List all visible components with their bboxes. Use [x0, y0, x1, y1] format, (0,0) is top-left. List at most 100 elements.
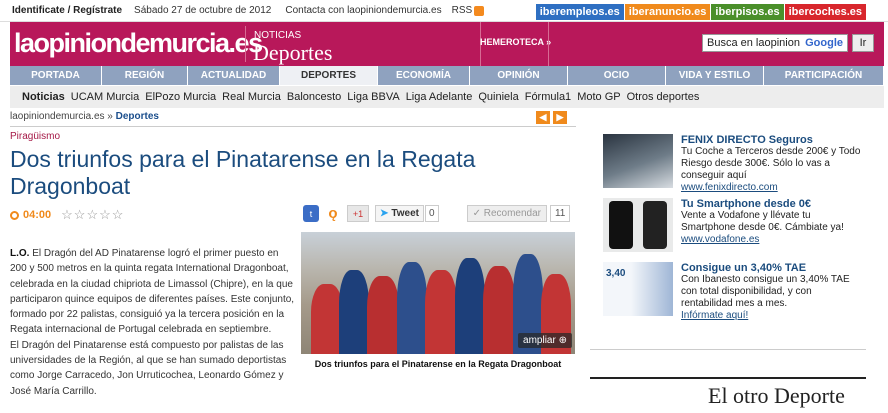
logo-part-2: murcia — [149, 28, 230, 58]
hemeroteca-link[interactable]: HEMEROTECA » — [480, 37, 551, 47]
share-meneame-icon[interactable]: ǫ — [325, 205, 341, 222]
article-lead: L.O. — [10, 248, 30, 259]
ad-title[interactable]: Tu Smartphone desde 0€ — [681, 198, 861, 210]
breadcrumb-home[interactable]: laopiniondemurcia.es — [10, 111, 105, 122]
rss-link[interactable]: RSS — [452, 5, 485, 16]
partner-site-link[interactable]: iberpisos.es — [711, 4, 784, 20]
ad-badge: 3,40 — [606, 268, 626, 279]
article-pager: ◀ ▶ — [533, 111, 567, 124]
partner-site-link[interactable]: iberempleos.es — [535, 4, 624, 20]
rss-icon — [474, 5, 485, 16]
ad-image — [603, 198, 673, 252]
photo-caption: Dos triunfos para el Pinatarense en la R… — [314, 359, 562, 369]
article-meta: 04:00 ☆☆☆☆☆ — [10, 207, 124, 223]
subnav-item[interactable]: Real Murcia — [222, 91, 281, 103]
article-paragraph: L.O. El Dragón del AD Pinatarense logró … — [10, 246, 295, 338]
subnav-item[interactable]: UCAM Murcia — [71, 91, 139, 103]
ad-image — [603, 134, 673, 188]
ad-ibanesto[interactable]: 3,40 Consigue un 3,40% TAE Con Ibanesto … — [603, 262, 861, 322]
subnav-item[interactable]: ElPozo Murcia — [145, 91, 216, 103]
next-arrow-icon[interactable]: ▶ — [553, 111, 567, 124]
photo-figure — [367, 276, 399, 354]
subnav-item[interactable]: Fórmula1 — [525, 91, 571, 103]
partner-site-link[interactable]: ibercoches.es — [784, 4, 866, 20]
search-button[interactable]: Ir — [852, 34, 874, 52]
partner-sites: iberempleos.es iberanuncio.es iberpisos.es… — [535, 4, 866, 20]
phone-image — [609, 201, 633, 249]
share-toolbar: t ǫ +1 ➤ Tweet 0 ✓ Recomendar 11 — [303, 205, 571, 222]
photo-figure — [483, 266, 515, 354]
subnav-item[interactable]: Moto GP — [577, 91, 620, 103]
previous-arrow-icon[interactable]: ◀ — [536, 111, 550, 124]
rss-label: RSS — [451, 5, 473, 16]
ad-vodafone[interactable]: Tu Smartphone desde 0€ Vente a Vodafone … — [603, 198, 861, 252]
section-heading[interactable]: El otro Deporte — [708, 383, 845, 409]
nav-tab[interactable]: DEPORTES — [280, 66, 378, 85]
main-nav: PORTADA REGIÓN ACTUALIDAD DEPORTES ECONOMÍA O… — [10, 66, 884, 85]
search-input[interactable]: Busca en laopinion Google — [702, 34, 848, 52]
article-headline: Dos triunfos para el Pinatarense en la R… — [10, 146, 476, 199]
login-register-link[interactable]: Identificate / Regístrate — [12, 5, 122, 16]
contact-link[interactable]: Contacta con laopiniondemurcia.es — [285, 5, 441, 16]
photo-figure — [397, 262, 427, 354]
breadcrumb: laopiniondemurcia.es » Deportes — [10, 111, 159, 122]
article-body: L.O. El Dragón del AD Pinatarense logró … — [10, 246, 295, 399]
twitter-icon: ➤ — [380, 208, 389, 219]
ad-title[interactable]: FENIX DIRECTO Seguros — [681, 134, 861, 146]
ad-description: Tu Coche a Terceros desde 200€ y Todo Ri… — [681, 146, 861, 181]
divider — [10, 126, 576, 127]
site-logo[interactable]: laopiniondemurcia.es — [14, 28, 263, 59]
nav-tab[interactable]: PORTADA — [10, 66, 102, 85]
site-header: laopiniondemurcia.es NOTICIAS Deportes H… — [10, 22, 884, 66]
phone-image — [643, 201, 667, 249]
current-date: Sábado 27 de octubre de 2012 — [134, 5, 272, 16]
ad-title[interactable]: Consigue un 3,40% TAE — [681, 262, 861, 274]
nav-tab[interactable]: OCIO — [568, 66, 666, 85]
ad-link[interactable]: Infórmate aquí! — [681, 310, 861, 322]
ad-text: Tu Smartphone desde 0€ Vente a Vodafone … — [681, 198, 861, 252]
ad-link[interactable]: www.vodafone.es — [681, 234, 861, 246]
subnav-item[interactable]: Otros deportes — [627, 91, 700, 103]
recommend-button[interactable]: ✓ Recomendar — [466, 205, 547, 222]
share-tuenti-icon[interactable]: t — [303, 205, 319, 222]
subnav-item[interactable]: Baloncesto — [287, 91, 341, 103]
rating-stars[interactable]: ☆☆☆☆☆ — [61, 207, 124, 223]
nav-tab[interactable]: VIDA Y ESTILO — [666, 66, 764, 85]
paragraph-2: El Dragón del Pinatarense está compuesto… — [10, 339, 287, 397]
tweet-button[interactable]: ➤ Tweet — [375, 205, 424, 222]
divider — [590, 377, 866, 379]
divider — [590, 349, 866, 350]
ad-image: 3,40 — [603, 262, 673, 316]
tweet-label: Tweet — [391, 208, 419, 219]
paragraph-1: El Dragón del AD Pinatarense logró el pr… — [10, 248, 295, 336]
subnav-item[interactable]: Quiniela — [478, 91, 518, 103]
enlarge-button[interactable]: ampliar ⊕ — [518, 333, 572, 348]
nav-tab[interactable]: ECONOMÍA — [378, 66, 470, 85]
breadcrumb-section[interactable]: Deportes — [116, 111, 159, 122]
article-kicker[interactable]: Piragüismo — [10, 131, 60, 142]
subnav-item[interactable]: Liga BBVA — [347, 91, 399, 103]
nav-tab[interactable]: PARTICIPACIÓN — [764, 66, 884, 85]
tweet-count: 0 — [425, 205, 439, 222]
subnav-item[interactable]: Liga Adelante — [406, 91, 473, 103]
breadcrumb-separator: » — [104, 111, 116, 122]
ad-link[interactable]: www.fenixdirecto.com — [681, 182, 861, 194]
section-title: Deportes — [253, 40, 333, 65]
photo-figure — [455, 258, 485, 354]
logo-part-1: laopinionde — [14, 28, 151, 58]
partner-site-link[interactable]: iberanuncio.es — [624, 4, 711, 20]
ad-fenix[interactable]: FENIX DIRECTO Seguros Tu Coche a Tercero… — [603, 134, 861, 194]
header-divider — [245, 26, 246, 62]
subnav-item[interactable]: Noticias — [22, 91, 65, 103]
nav-tab[interactable]: OPINIÓN — [470, 66, 568, 85]
nav-tab[interactable]: REGIÓN — [102, 66, 188, 85]
ad-text: Consigue un 3,40% TAE Con Ibanesto consi… — [681, 262, 861, 322]
google-logo: Google — [805, 37, 843, 49]
google-plus-button[interactable]: +1 — [347, 205, 369, 222]
search-placeholder: Busca en laopinion — [707, 37, 800, 49]
header-divider — [548, 22, 549, 66]
ad-description: Vente a Vodafone y llévate tu Smartphone… — [681, 210, 844, 233]
time-label: 04:00 — [23, 209, 52, 221]
nav-tab[interactable]: ACTUALIDAD — [188, 66, 280, 85]
article-photo[interactable]: ampliar ⊕ — [301, 232, 575, 354]
